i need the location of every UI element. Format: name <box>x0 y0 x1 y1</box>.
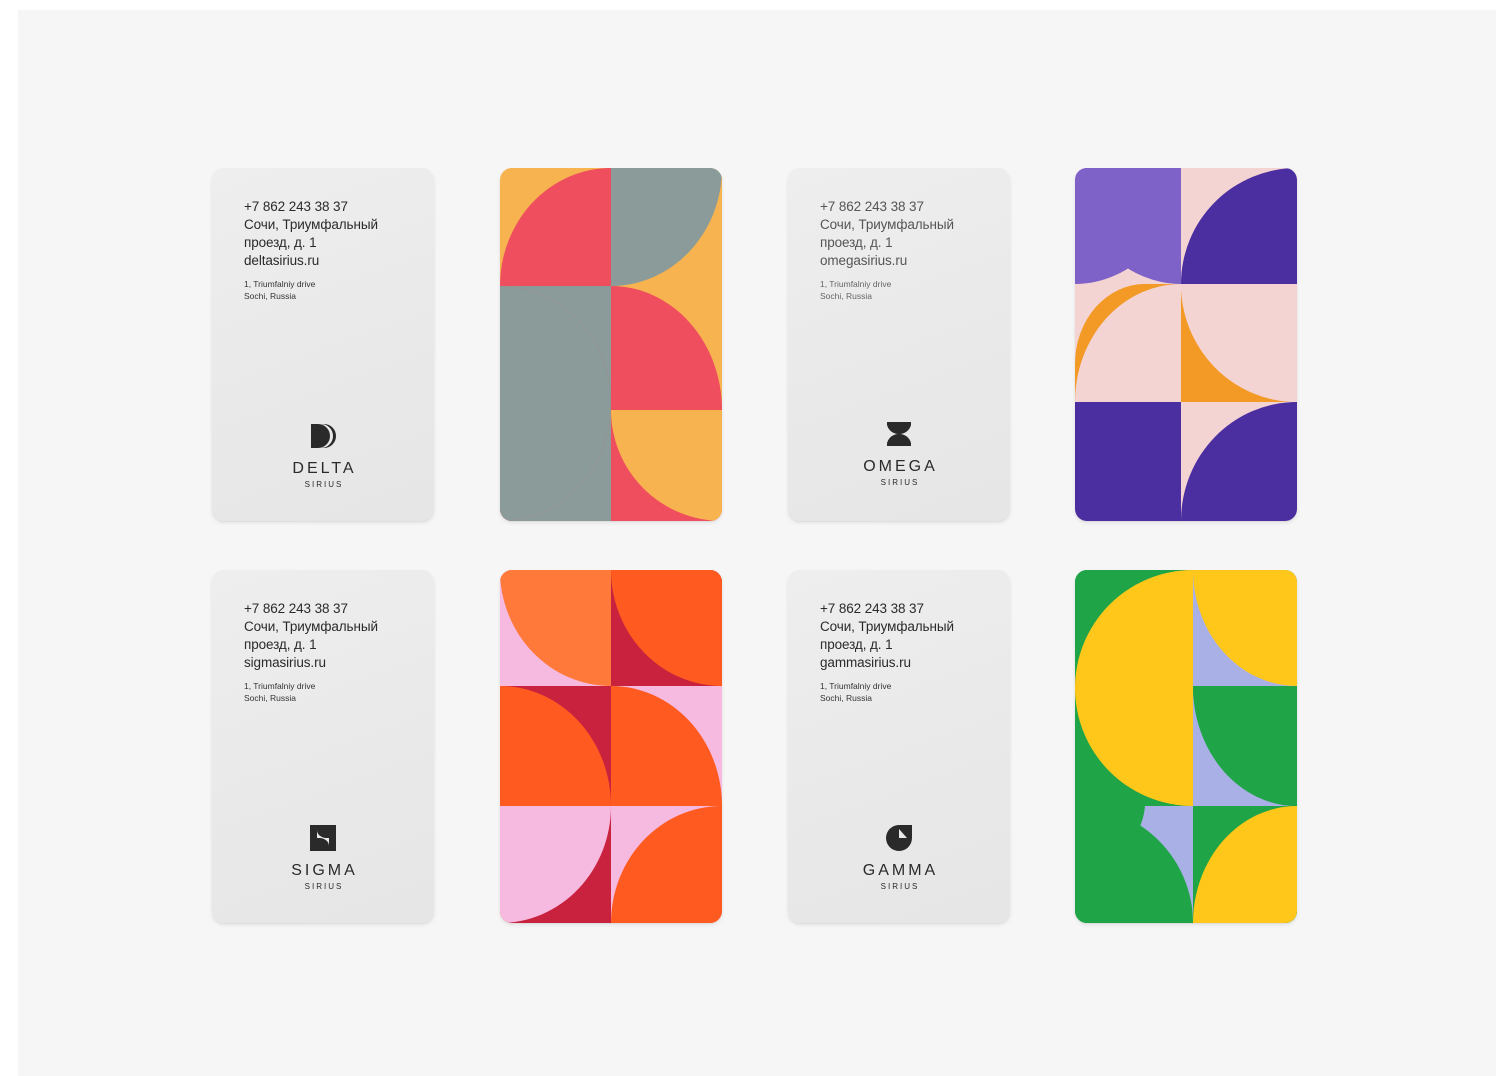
website: sigmasirius.ru <box>244 655 326 670</box>
english-address-line-1: 1, Triumfalniy drive <box>820 681 892 691</box>
sigma-pattern-card <box>500 570 722 923</box>
brand-subtitle: SIRIUS <box>304 480 344 489</box>
brand-subtitle: SIRIUS <box>880 882 920 891</box>
address-line-2: проезд, д. 1 <box>820 637 893 652</box>
address-line-1: Сочи, Триумфальный <box>820 619 954 634</box>
brand-block: OMEGA SIRIUS <box>788 420 1010 489</box>
phone-number: +7 862 243 38 37 <box>820 199 924 214</box>
brand-name: SIGMA <box>291 862 358 879</box>
gamma-pattern-card <box>1075 570 1297 923</box>
contact-info: +7 862 243 38 37 Сочи, Триумфальный прое… <box>820 198 954 302</box>
address-line-2: проезд, д. 1 <box>244 235 317 250</box>
english-address-line-2: Sochi, Russia <box>244 693 296 703</box>
address-line-1: Сочи, Триумфальный <box>820 217 954 232</box>
brand-subtitle: SIRIUS <box>304 882 344 891</box>
gamma-g-icon <box>886 825 912 851</box>
omega-pattern-card <box>1075 168 1297 521</box>
address-line-1: Сочи, Триумфальный <box>244 619 378 634</box>
english-address-line-1: 1, Triumfalniy drive <box>820 279 892 289</box>
address-line-2: проезд, д. 1 <box>820 235 893 250</box>
english-address-line-1: 1, Triumfalniy drive <box>244 681 316 691</box>
website: omegasirius.ru <box>820 253 908 268</box>
photo-background: +7 862 243 38 37 Сочи, Триумфальный прое… <box>18 10 1496 1076</box>
phone-number: +7 862 243 38 37 <box>244 601 348 616</box>
contact-info: +7 862 243 38 37 Сочи, Триумфальный прое… <box>244 198 378 302</box>
omega-business-card-front: +7 862 243 38 37 Сочи, Триумфальный прое… <box>788 168 1010 521</box>
contact-info: +7 862 243 38 37 Сочи, Триумфальный прое… <box>244 600 378 704</box>
gamma-business-card-front: +7 862 243 38 37 Сочи, Триумфальный прое… <box>788 570 1010 923</box>
address-line-2: проезд, д. 1 <box>244 637 317 652</box>
address-line-1: Сочи, Триумфальный <box>244 217 378 232</box>
sigma-business-card-front: +7 862 243 38 37 Сочи, Триумфальный прое… <box>212 570 434 923</box>
delta-pattern-card <box>500 168 722 521</box>
brand-block: SIGMA SIRIUS <box>212 824 434 893</box>
omega-hourglass-icon <box>887 422 911 446</box>
contact-info: +7 862 243 38 37 Сочи, Триумфальный прое… <box>820 600 954 704</box>
brand-block: GAMMA SIRIUS <box>788 824 1010 893</box>
website: deltasirius.ru <box>244 253 320 268</box>
english-address-line-2: Sochi, Russia <box>820 693 872 703</box>
english-address-line-2: Sochi, Russia <box>820 291 872 301</box>
website: gammasirius.ru <box>820 655 911 670</box>
sigma-s-icon <box>310 825 336 851</box>
brand-subtitle: SIRIUS <box>880 478 920 487</box>
phone-number: +7 862 243 38 37 <box>244 199 348 214</box>
delta-d-icon <box>311 424 336 448</box>
brand-name: OMEGA <box>863 458 938 475</box>
brand-name: DELTA <box>292 460 357 477</box>
delta-business-card-front: +7 862 243 38 37 Сочи, Триумфальный прое… <box>212 168 434 521</box>
brand-name: GAMMA <box>862 862 939 879</box>
english-address-line-2: Sochi, Russia <box>244 291 296 301</box>
brand-block: DELTA SIRIUS <box>212 422 434 491</box>
phone-number: +7 862 243 38 37 <box>820 601 924 616</box>
english-address-line-1: 1, Triumfalniy drive <box>244 279 316 289</box>
